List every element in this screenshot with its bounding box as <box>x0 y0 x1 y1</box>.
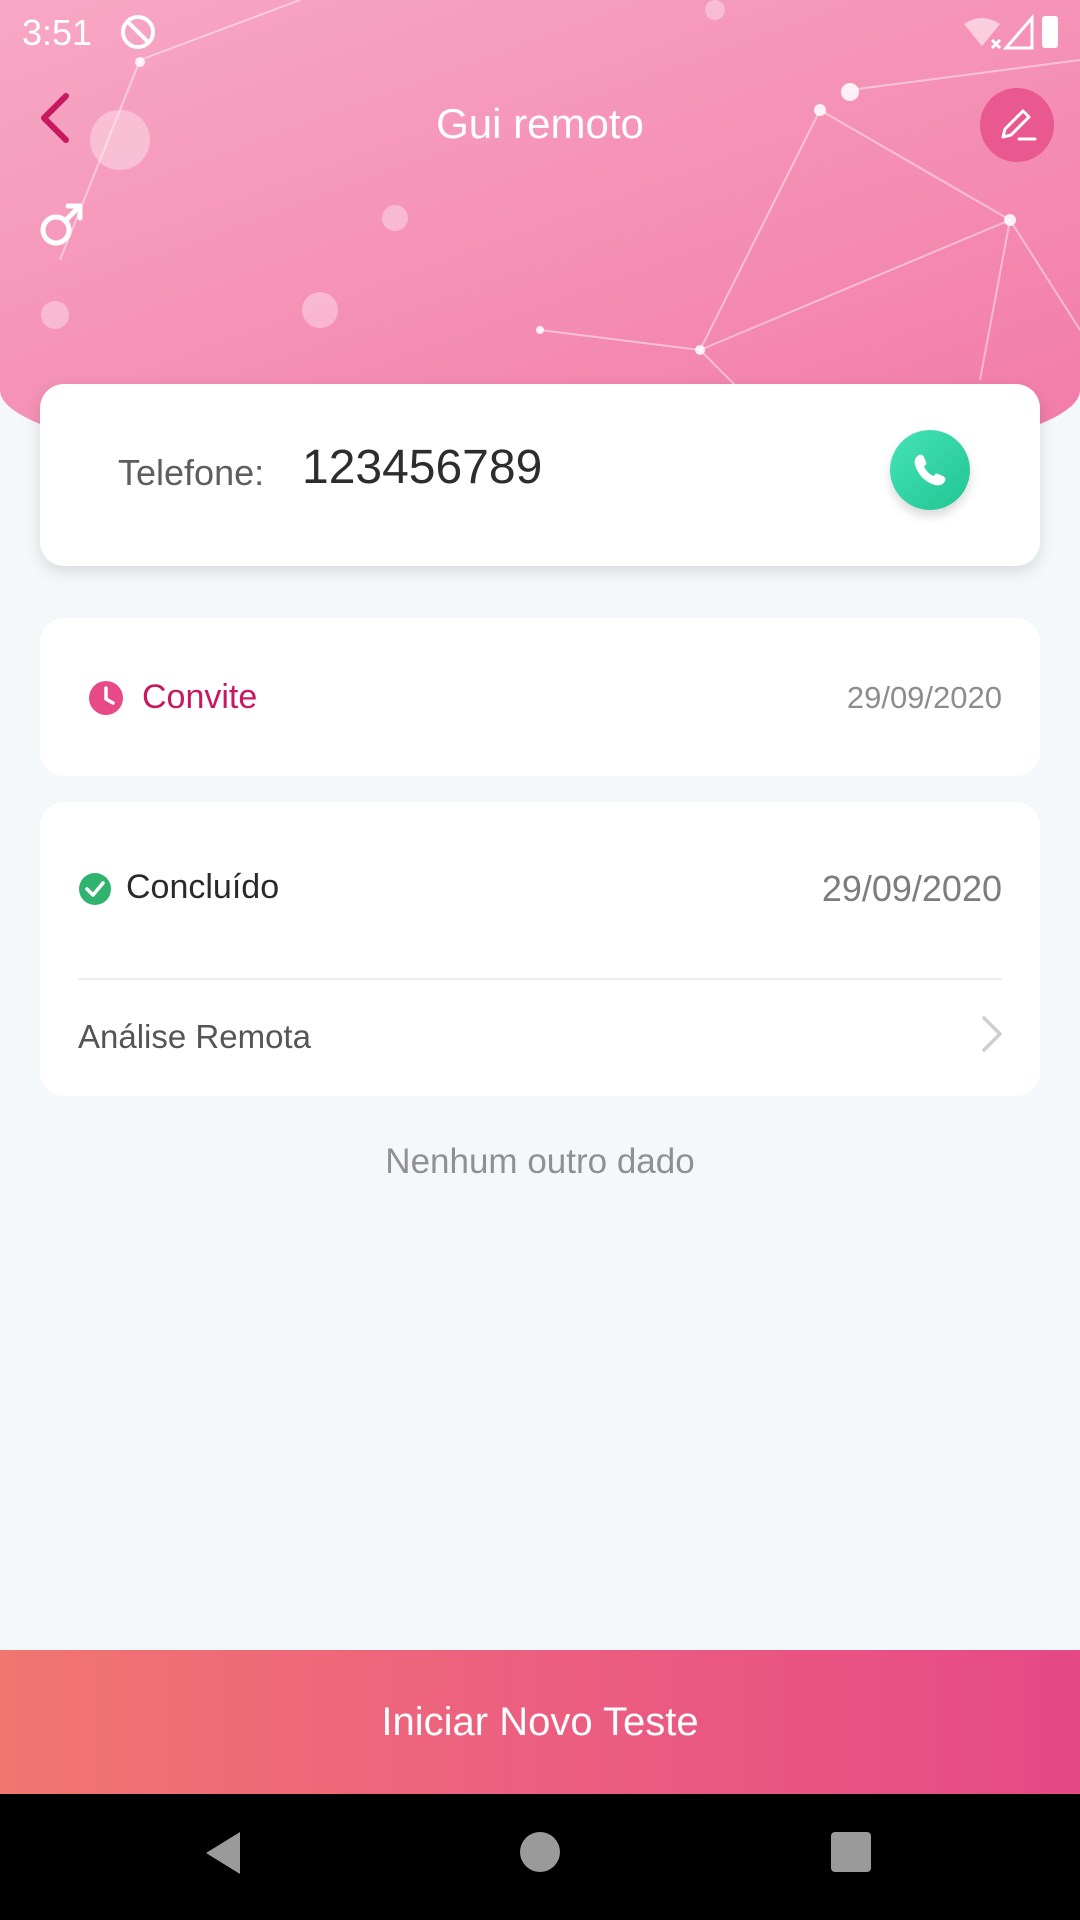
dnd-icon <box>118 12 158 61</box>
invite-date: 29/09/2020 <box>846 680 1002 715</box>
signal-icon <box>1002 13 1034 50</box>
system-tray <box>962 13 1062 59</box>
completed-status: Concluído <box>126 868 280 906</box>
android-nav-bar <box>0 1794 1080 1920</box>
phone-value: 123456789 <box>302 441 543 494</box>
divider <box>78 978 1002 980</box>
completed-record: Concluído 29/09/2020 Análise Remota <box>40 802 1040 1096</box>
completed-date: 29/09/2020 <box>821 868 1002 909</box>
page-title: Gui remoto <box>436 100 644 147</box>
battery-icon <box>1042 16 1058 48</box>
remote-analysis-link[interactable]: Análise Remota <box>78 1018 311 1056</box>
phone-card: Telefone: 123456789 <box>40 384 1040 566</box>
phone-label: Telefone: <box>118 452 265 493</box>
invite-status: Convite <box>142 678 258 716</box>
nav-back-icon[interactable] <box>204 1830 244 1881</box>
invite-record[interactable]: Convite 29/09/2020 <box>40 618 1040 776</box>
status-bar: 3:51 <box>0 0 1080 64</box>
nav-home-icon[interactable] <box>520 1832 560 1872</box>
clock-icon <box>88 680 124 716</box>
male-symbol-icon <box>38 200 86 248</box>
empty-note: Nenhum outro dado <box>385 1142 695 1181</box>
pencil-icon <box>1001 109 1037 141</box>
start-new-test-button[interactable]: Iniciar Novo Teste <box>0 1650 1080 1794</box>
phone-icon <box>914 454 946 486</box>
check-circle-icon <box>78 872 112 906</box>
edit-button[interactable] <box>980 88 1054 162</box>
status-time: 3:51 <box>22 12 93 53</box>
call-button[interactable] <box>890 430 970 510</box>
chevron-right-icon[interactable] <box>978 1014 1004 1054</box>
nav-recents-icon[interactable] <box>831 1832 871 1872</box>
